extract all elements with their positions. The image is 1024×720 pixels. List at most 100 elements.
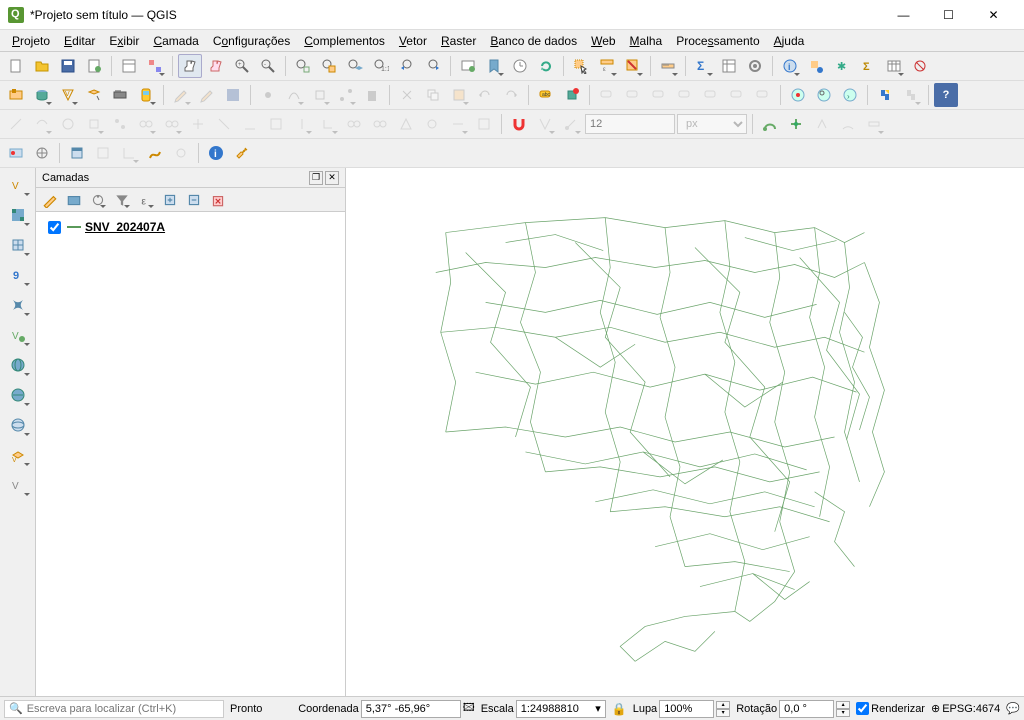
layout-manager-button[interactable] [117, 54, 141, 78]
self-snapping-button[interactable] [810, 112, 834, 136]
messages-icon[interactable]: 💬 [1006, 702, 1020, 715]
pan-to-selection-button[interactable] [204, 54, 228, 78]
menu-projeto[interactable]: Projeto [6, 32, 56, 50]
save-project-button[interactable] [56, 54, 80, 78]
sigma-button[interactable]: Σ [856, 54, 880, 78]
adv-digitize-6[interactable] [134, 112, 158, 136]
no-action-button[interactable] [908, 54, 932, 78]
zoom-in-button[interactable]: + [230, 54, 254, 78]
adv-digitize-7[interactable] [160, 112, 184, 136]
adv-digitize-3[interactable] [56, 112, 80, 136]
new-print-layout-button[interactable] [82, 54, 106, 78]
add-wcs-layer-button[interactable] [4, 382, 32, 408]
style-manager-button[interactable] [143, 54, 167, 78]
cut-features-button[interactable] [395, 83, 419, 107]
manage-map-themes-button[interactable] [88, 190, 108, 210]
pan-button[interactable] [178, 54, 202, 78]
menu-ajuda[interactable]: Ajuda [768, 32, 811, 50]
pin-labels-button[interactable] [595, 83, 619, 107]
remove-layer-button[interactable] [208, 190, 228, 210]
help-button[interactable]: ? [934, 83, 958, 107]
copy-features-button[interactable] [421, 83, 445, 107]
scale-value-box[interactable]: 1:24988810▾ [516, 700, 606, 718]
maximize-button[interactable]: ☐ [926, 0, 971, 30]
toolbox-button[interactable] [743, 54, 767, 78]
menu-exibir[interactable]: Exibir [103, 32, 145, 50]
new-virtual-layer-button[interactable] [82, 83, 106, 107]
plugin-btn-2[interactable] [30, 141, 54, 165]
adv-digitize-18[interactable] [446, 112, 470, 136]
redo-button[interactable] [499, 83, 523, 107]
plugin-btn-3[interactable] [65, 141, 89, 165]
processing-button[interactable]: ✱ [830, 54, 854, 78]
adv-digitize-8[interactable] [186, 112, 210, 136]
menu-camada[interactable]: Camada [147, 32, 204, 50]
vertex-tool-button[interactable] [334, 83, 358, 107]
plugin-btn-6[interactable] [143, 141, 167, 165]
plugin-btn-5[interactable] [117, 141, 141, 165]
delete-selected-button[interactable] [360, 83, 384, 107]
add-group-button[interactable] [64, 190, 84, 210]
adv-digitize-13[interactable] [316, 112, 340, 136]
python-console-button[interactable] [873, 83, 897, 107]
locator-search[interactable]: 🔍 [4, 700, 224, 718]
zoom-out-button[interactable]: - [256, 54, 280, 78]
temporal-controller-button[interactable] [508, 54, 532, 78]
render-checkbox[interactable] [856, 702, 869, 715]
label-prop-button[interactable] [725, 83, 749, 107]
plugin-search-button[interactable] [812, 83, 836, 107]
show-hide-labels-button[interactable] [621, 83, 645, 107]
add-spatialite-button[interactable] [4, 292, 32, 318]
new-memory-vector-button[interactable] [108, 83, 132, 107]
panel-undock-button[interactable]: ❐ [309, 171, 323, 185]
toggle-editing-button[interactable] [195, 83, 219, 107]
menu-editar[interactable]: Editar [58, 32, 101, 50]
tracing-button[interactable] [836, 112, 860, 136]
layer-tree[interactable]: SNV_202407A [36, 212, 345, 696]
expand-all-button[interactable] [160, 190, 180, 210]
new-spatial-bookmark-button[interactable] [482, 54, 506, 78]
refresh-button[interactable] [534, 54, 558, 78]
menu-processamento[interactable]: Processamento [670, 32, 765, 50]
crs-button[interactable]: ⊕ EPSG:4674 [931, 702, 1000, 715]
new-shapefile-button[interactable]: V [56, 83, 80, 107]
identify-button[interactable]: i [778, 54, 802, 78]
snapping-config-button[interactable] [533, 112, 557, 136]
map-canvas[interactable] [346, 168, 1024, 696]
add-feature-button[interactable] [256, 83, 280, 107]
change-label-button[interactable] [699, 83, 723, 107]
coord-value-box[interactable]: 5,37° -65,96° [361, 700, 461, 718]
attribute-table-button[interactable] [882, 54, 906, 78]
magnifier-value-box[interactable]: 100% [659, 700, 714, 718]
plugin-btn-4[interactable] [91, 141, 115, 165]
adv-digitize-10[interactable] [238, 112, 262, 136]
adv-digitize-16[interactable] [394, 112, 418, 136]
python-button-2[interactable] [899, 83, 923, 107]
plugin-btn-1[interactable] [4, 141, 28, 165]
locator-input[interactable] [27, 703, 219, 715]
paste-features-button[interactable] [447, 83, 471, 107]
menu-configuracoes[interactable]: Configurações [207, 32, 296, 50]
magnifier-up[interactable]: ▴ [716, 701, 730, 709]
move-label-button[interactable] [647, 83, 671, 107]
new-gps-button[interactable] [134, 83, 158, 107]
add-delimited-text-button[interactable]: 9 [4, 262, 32, 288]
adv-digitize-19[interactable] [472, 112, 496, 136]
open-project-button[interactable] [30, 54, 54, 78]
snap-unit-select[interactable]: px [677, 114, 747, 134]
menu-raster[interactable]: Raster [435, 32, 482, 50]
adv-digitize-9[interactable] [212, 112, 236, 136]
measure-button[interactable] [656, 54, 680, 78]
add-layer-more-button[interactable]: V [4, 472, 32, 498]
layer-visibility-checkbox[interactable] [48, 221, 61, 234]
statistical-summary-button[interactable] [717, 54, 741, 78]
new-geopackage-button[interactable] [30, 83, 54, 107]
rotation-down[interactable]: ▾ [836, 709, 850, 717]
zoom-next-button[interactable] [421, 54, 445, 78]
extents-icon[interactable]: 🖾 [463, 699, 475, 718]
undo-button[interactable] [473, 83, 497, 107]
snap-intersection-button[interactable] [784, 112, 808, 136]
adv-digitize-1[interactable] [4, 112, 28, 136]
label-toolbar-2[interactable] [560, 83, 584, 107]
magnifier-down[interactable]: ▾ [716, 709, 730, 717]
